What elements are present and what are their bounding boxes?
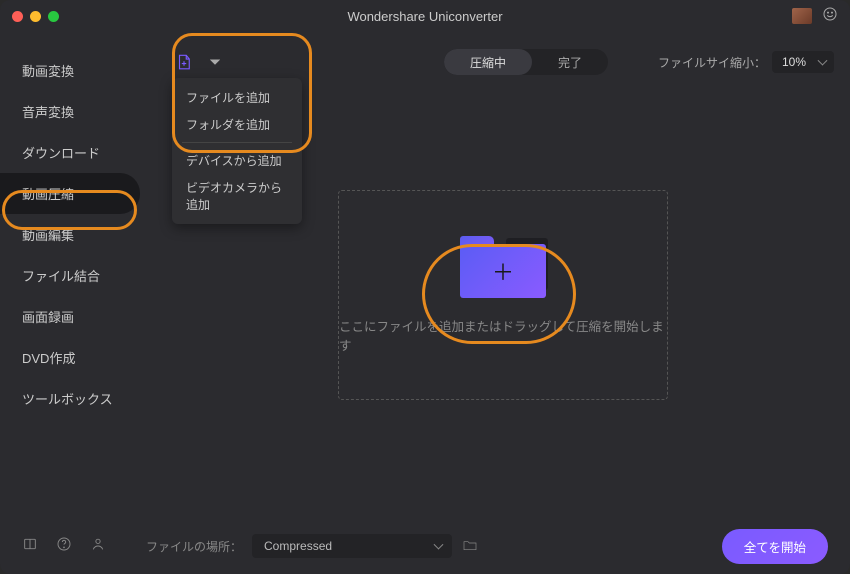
location-value: Compressed [264, 539, 332, 553]
sidebar-item-audio-convert[interactable]: 音声変換 [0, 91, 140, 132]
titlebar: Wondershare Uniconverter [0, 0, 850, 32]
sidebar-item-video-edit[interactable]: 動画編集 [0, 214, 140, 255]
sidebar-item-file-merge[interactable]: ファイル結合 [0, 255, 140, 296]
reduce-select[interactable]: 10% [772, 51, 834, 73]
dropdown-separator [182, 142, 292, 143]
dropdown-item-label: ファイルを追加 [186, 91, 270, 105]
help-icon[interactable] [56, 536, 72, 557]
sidebar-item-label: ファイル結合 [22, 269, 100, 284]
dropzone[interactable]: ＋ ここにファイルを追加またはドラッグして圧縮を開始します [338, 190, 668, 400]
sidebar-item-download[interactable]: ダウンロード [0, 132, 140, 173]
tutorial-icon[interactable] [22, 536, 38, 557]
sidebar-item-label: 動画編集 [22, 228, 74, 243]
sidebar-item-dvd-create[interactable]: DVD作成 [0, 337, 140, 378]
sidebar-item-label: 動画変換 [22, 64, 74, 79]
start-all-label: 全てを開始 [744, 541, 806, 555]
sidebar-item-label: 動画圧縮 [22, 187, 74, 202]
reduce-label: ファイルサイ縮小： [658, 54, 766, 71]
tab-done[interactable]: 完了 [532, 49, 608, 75]
bottom-bar: ファイルの場所： Compressed 全てを開始 [0, 518, 850, 574]
add-file-dropdown-toggle[interactable] [208, 55, 222, 69]
start-all-button[interactable]: 全てを開始 [722, 529, 828, 564]
sidebar-item-label: ツールボックス [22, 392, 113, 407]
location-label: ファイルの場所： [146, 538, 242, 555]
plus-icon: ＋ [492, 255, 514, 287]
dropdown-item-add-folder[interactable]: フォルダを追加 [176, 111, 298, 138]
dropdown-item-label: デバイスから追加 [186, 154, 282, 168]
dropdown-item-label: ビデオカメラから追加 [186, 181, 282, 212]
dropdown-item-add-file[interactable]: ファイルを追加 [176, 84, 298, 111]
open-folder-button[interactable] [462, 537, 478, 556]
add-file-button[interactable] [172, 50, 196, 74]
tab-label: 圧縮中 [470, 54, 506, 71]
add-folder-icon[interactable]: ＋ [460, 236, 546, 298]
reduce-value: 10% [782, 55, 806, 69]
sidebar-item-label: ダウンロード [22, 146, 100, 161]
toolbar: 圧縮中 完了 ファイルサイ縮小： 10% [172, 44, 834, 80]
sidebar-item-toolbox[interactable]: ツールボックス [0, 378, 140, 419]
main: 圧縮中 完了 ファイルサイ縮小： 10% ファイルを追加 フォルダを追加 デバイ… [160, 32, 850, 518]
sidebar-item-label: 音声変換 [22, 105, 74, 120]
tab-compressing[interactable]: 圧縮中 [444, 49, 532, 75]
dropdown-item-add-from-camcorder[interactable]: ビデオカメラから追加 [176, 174, 298, 218]
file-size-reduce: ファイルサイ縮小： 10% [658, 51, 834, 73]
dropdown-item-label: フォルダを追加 [186, 118, 270, 132]
sidebar-item-label: 画面録画 [22, 310, 74, 325]
sidebar-item-label: DVD作成 [22, 351, 75, 366]
tab-label: 完了 [558, 54, 582, 71]
dropdown-item-add-from-device[interactable]: デバイスから追加 [176, 147, 298, 174]
sidebar-item-video-convert[interactable]: 動画変換 [0, 50, 140, 91]
sidebar-item-video-compress[interactable]: 動画圧縮 [0, 173, 140, 214]
status-tabs: 圧縮中 完了 [444, 49, 608, 75]
app-title: Wondershare Uniconverter [0, 9, 850, 24]
account-icon[interactable] [90, 536, 106, 557]
add-file-dropdown: ファイルを追加 フォルダを追加 デバイスから追加 ビデオカメラから追加 [172, 78, 302, 224]
dropzone-text: ここにファイルを追加またはドラッグして圧縮を開始します [339, 316, 667, 354]
sidebar: 動画変換 音声変換 ダウンロード 動画圧縮 動画編集 ファイル結合 画面録画 D… [0, 32, 160, 518]
sidebar-item-screen-record[interactable]: 画面録画 [0, 296, 140, 337]
location-select[interactable]: Compressed [252, 534, 452, 558]
